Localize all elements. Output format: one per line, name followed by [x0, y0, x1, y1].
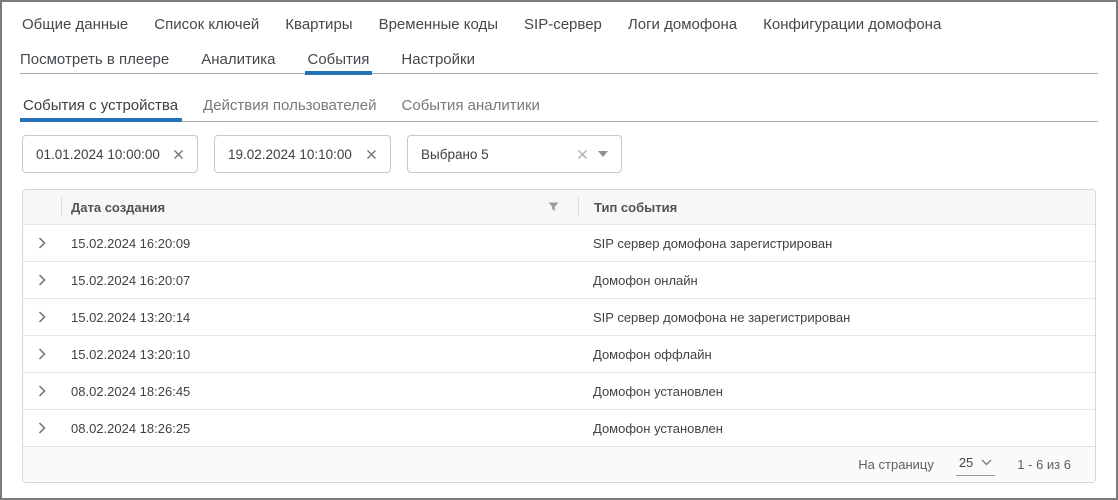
expand-row-button[interactable]: [36, 383, 48, 399]
tab-general-data[interactable]: Общие данные: [22, 16, 128, 33]
per-page-label: На страницу: [858, 457, 934, 472]
tab-apartments[interactable]: Квартиры: [285, 16, 352, 33]
expand-row-button[interactable]: [36, 420, 48, 436]
expand-column-header: [23, 197, 61, 217]
chevron-right-icon: [38, 237, 46, 249]
table-row: 15.02.2024 16:20:09 SIP сервер домофона …: [23, 224, 1095, 261]
expand-row-button[interactable]: [36, 235, 48, 251]
triangle-down-icon: [598, 151, 608, 157]
date-from-value: 01.01.2024 10:00:00: [36, 147, 171, 162]
clear-icon: [173, 149, 184, 160]
expand-row-button[interactable]: [36, 309, 48, 325]
filters-row: 01.01.2024 10:00:00 19.02.2024 10:10:00 …: [22, 135, 1096, 173]
date-column-filter-button[interactable]: [546, 200, 561, 214]
clear-icon: [366, 149, 377, 160]
row-event-type: Домофон онлайн: [578, 273, 1095, 288]
events-table: Дата создания Тип события 15.02.2024 16:…: [22, 189, 1096, 483]
clear-icon: [577, 149, 588, 160]
date-from-input[interactable]: 01.01.2024 10:00:00: [22, 135, 198, 173]
clear-date-from-button[interactable]: [171, 147, 186, 162]
funnel-icon: [548, 202, 559, 212]
row-event-type: SIP сервер домофона не зарегистрирован: [578, 310, 1095, 325]
pagination-range: 1 - 6 из 6: [1017, 457, 1071, 472]
chevron-down-icon: [981, 459, 992, 466]
table-footer: На страницу 25 1 - 6 из 6: [23, 446, 1095, 482]
chevron-right-icon: [38, 274, 46, 286]
chevron-right-icon: [38, 422, 46, 434]
expand-row-button[interactable]: [36, 346, 48, 362]
table-header-row: Дата создания Тип события: [23, 190, 1095, 224]
expand-row-button[interactable]: [36, 272, 48, 288]
subtab-analytics-events[interactable]: События аналитики: [402, 89, 540, 121]
events-sub-tab-bar: События с устройства Действия пользовате…: [20, 74, 1098, 122]
clear-event-type-button[interactable]: [575, 147, 590, 162]
row-date: 15.02.2024 16:20:09: [61, 236, 578, 251]
date-to-input[interactable]: 19.02.2024 10:10:00: [214, 135, 391, 173]
row-date: 15.02.2024 13:20:10: [61, 347, 578, 362]
tab-view-in-player[interactable]: Посмотреть в плеере: [20, 46, 169, 74]
row-event-type: Домофон установлен: [578, 384, 1095, 399]
event-type-select[interactable]: Выбрано 5: [407, 135, 622, 173]
table-row: 15.02.2024 13:20:10 Домофон оффлайн: [23, 335, 1095, 372]
tab-intercom-logs[interactable]: Логи домофона: [628, 16, 737, 33]
row-date: 08.02.2024 18:26:25: [61, 421, 578, 436]
row-date: 15.02.2024 13:20:14: [61, 310, 578, 325]
table-row: 08.02.2024 18:26:25 Домофон установлен: [23, 409, 1095, 446]
open-event-type-dropdown-button[interactable]: [596, 149, 610, 159]
per-page-select[interactable]: 25: [956, 453, 995, 476]
tab-settings[interactable]: Настройки: [401, 46, 475, 74]
tab-events[interactable]: События: [308, 46, 370, 74]
chevron-right-icon: [38, 311, 46, 323]
per-page-value: 25: [959, 455, 973, 470]
tab-intercom-configs[interactable]: Конфигурации домофона: [763, 16, 941, 33]
row-event-type: Домофон оффлайн: [578, 347, 1095, 362]
secondary-tab-bar: Посмотреть в плеере Аналитика События На…: [20, 46, 1098, 74]
row-event-type: Домофон установлен: [578, 421, 1095, 436]
tab-sip-server[interactable]: SIP-сервер: [524, 16, 602, 33]
row-date: 15.02.2024 16:20:07: [61, 273, 578, 288]
tab-key-list[interactable]: Список ключей: [154, 16, 259, 33]
event-type-select-value: Выбрано 5: [421, 147, 575, 162]
tab-temporary-codes[interactable]: Временные коды: [379, 16, 498, 33]
chevron-right-icon: [38, 385, 46, 397]
row-date: 08.02.2024 18:26:45: [61, 384, 578, 399]
type-column-header: Тип события: [578, 197, 1095, 217]
date-to-value: 19.02.2024 10:10:00: [228, 147, 364, 162]
date-column-label: Дата создания: [71, 200, 165, 215]
row-event-type: SIP сервер домофона зарегистрирован: [578, 236, 1095, 251]
tab-analytics[interactable]: Аналитика: [201, 46, 275, 74]
subtab-device-events[interactable]: События с устройства: [23, 89, 178, 121]
table-row: 08.02.2024 18:26:45 Домофон установлен: [23, 372, 1095, 409]
table-row: 15.02.2024 13:20:14 SIP сервер домофона …: [23, 298, 1095, 335]
table-row: 15.02.2024 16:20:07 Домофон онлайн: [23, 261, 1095, 298]
subtab-user-actions[interactable]: Действия пользователей: [203, 89, 376, 121]
type-column-label: Тип события: [594, 200, 677, 215]
chevron-right-icon: [38, 348, 46, 360]
primary-tab-bar: Общие данные Список ключей Квартиры Врем…: [2, 2, 1116, 46]
date-column-header: Дата создания: [61, 197, 578, 217]
clear-date-to-button[interactable]: [364, 147, 379, 162]
